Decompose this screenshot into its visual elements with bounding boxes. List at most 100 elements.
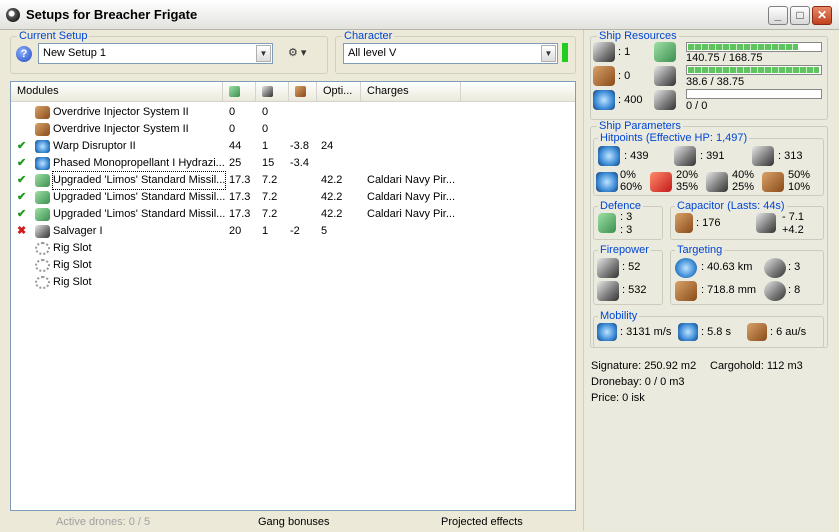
module-name: Rig Slot	[53, 242, 92, 254]
missile-launcher-icon	[35, 174, 50, 187]
rig-slot-icon	[35, 276, 50, 289]
modules-list[interactable]: Modules Opti... Charges Overdrive Inject…	[10, 81, 576, 511]
module-name: Overdrive Injector System II	[53, 123, 189, 135]
chevron-down-icon[interactable]: ▼	[541, 45, 556, 62]
module-row[interactable]: Overdrive Injector System II 0 0	[11, 104, 575, 121]
armor-hp-value: : 391	[700, 150, 725, 162]
module-row[interactable]: ✔ Phased Monopropellant I Hydrazi... 25 15 -…	[11, 155, 575, 172]
module-row[interactable]: Rig Slot	[11, 240, 575, 257]
powergrid-value: 38.6 / 38.75	[686, 76, 745, 88]
capacitor-amount-value: : 176	[696, 217, 721, 229]
overdrive-injector-icon	[35, 106, 50, 119]
module-cpu: 20	[229, 225, 242, 237]
cpu-usage-bar	[686, 42, 822, 52]
calibration-icon	[593, 90, 615, 110]
module-cpu: 17.3	[229, 208, 251, 220]
chevron-down-icon[interactable]: ▼	[256, 45, 271, 62]
module-row[interactable]: ✖ Salvager I 20 1 -2 5	[11, 223, 575, 240]
explosive-resist-value: 50%	[788, 169, 811, 181]
maximize-button[interactable]: □	[790, 6, 810, 25]
warp-speed-icon	[747, 323, 767, 341]
em-resist-value: 0%	[620, 169, 636, 181]
column-modules[interactable]: Modules	[11, 82, 223, 101]
module-powergrid: 7.2	[262, 191, 278, 203]
module-capacitor: -3.4	[290, 157, 309, 169]
module-status: ✔	[17, 174, 27, 186]
defence-icon	[598, 213, 616, 233]
module-status: ✔	[17, 208, 27, 220]
signature-value: Signature: 250.92 m2	[591, 360, 697, 372]
volley-value: : 532	[622, 284, 647, 296]
column-charges[interactable]: Charges	[361, 82, 461, 101]
powergrid-icon	[262, 85, 273, 97]
module-row[interactable]: ✔ Upgraded 'Limos' Standard Missil... 17.3…	[11, 206, 575, 223]
max-targets-icon	[764, 258, 786, 278]
column-optimal[interactable]: Opti...	[317, 82, 361, 101]
character-label: Character	[342, 30, 395, 42]
scan-resolution-icon	[675, 281, 697, 301]
close-button[interactable]: ✕	[812, 6, 832, 25]
column-cpu[interactable]	[223, 82, 256, 101]
ship-resources-label: Ship Resources	[597, 30, 679, 42]
velocity-value: : 3131 m/s	[620, 326, 672, 338]
module-optimal: 42.2	[321, 191, 343, 203]
em-resist-value-2: 60%	[620, 181, 643, 193]
column-capacitor[interactable]	[289, 82, 317, 101]
ship-stats-panel: Ship Resources : 1 : 0 : 400 140.75 / 16…	[583, 30, 834, 530]
warp-speed-value: : 6 au/s	[770, 326, 807, 338]
module-row[interactable]: ✔ Warp Disruptor II 44 1 -3.8 24	[11, 138, 575, 155]
targeting-range-value: : 40.63 km	[701, 261, 753, 273]
setup-select[interactable]: New Setup 1 ▼	[38, 43, 273, 64]
rig-slot-icon	[35, 242, 50, 255]
module-cpu: 25	[229, 157, 242, 169]
module-row[interactable]: Rig Slot	[11, 257, 575, 274]
ship-parameters-label: Ship Parameters	[597, 120, 683, 132]
module-cpu: 17.3	[229, 174, 251, 186]
module-row[interactable]: ✔ Upgraded 'Limos' Standard Missil... 17.3…	[11, 171, 575, 190]
align-time-icon	[678, 323, 698, 341]
shield-hp-value: : 439	[624, 150, 649, 162]
module-charges: Caldari Navy Pir...	[367, 174, 456, 186]
capacitor-recharge-value: +4.2	[782, 224, 804, 236]
drone-bandwidth-bar	[686, 89, 822, 99]
setup-tools-menu-icon[interactable]: ⚙ ▾	[288, 46, 316, 62]
module-row[interactable]: Rig Slot	[11, 274, 575, 291]
structure-hp-value: : 313	[778, 150, 803, 162]
thermal-resist-icon	[650, 172, 672, 192]
defence-value-b: : 3	[620, 224, 633, 236]
structure-icon	[752, 146, 774, 166]
module-row[interactable]: Overdrive Injector System II 0 0	[11, 121, 575, 138]
module-name: Upgraded 'Limos' Standard Missil...	[53, 208, 226, 220]
column-powergrid[interactable]	[256, 82, 289, 101]
rig-slot-icon	[35, 259, 50, 272]
thermal-resist-value-2: 35%	[676, 181, 699, 193]
kinetic-resist-value: 40%	[732, 169, 755, 181]
turret-hardpoint-icon	[593, 42, 615, 62]
module-row[interactable]: ✔ Upgraded 'Limos' Standard Missil... 17.3…	[11, 189, 575, 206]
projected-effects-button[interactable]: Projected effects	[441, 516, 523, 528]
defence-value-a: : 3	[620, 211, 633, 223]
window-title: Setups for Breacher Frigate	[26, 7, 198, 22]
module-optimal: 5	[321, 225, 328, 237]
module-cpu: 0	[229, 123, 236, 135]
character-select[interactable]: All level V ▼	[343, 43, 558, 64]
module-status: ✔	[17, 157, 27, 169]
gang-bonuses-button[interactable]: Gang bonuses	[258, 516, 330, 528]
character-status-indicator	[562, 43, 568, 62]
module-name: Upgraded 'Limos' Standard Missil...	[53, 191, 226, 203]
module-name: Rig Slot	[53, 276, 92, 288]
capacitor-usage-value: - 7.1	[782, 211, 805, 223]
scan-resolution-value: : 718.8 mm	[701, 284, 757, 296]
capacitor-recharge-icon	[756, 213, 776, 233]
cpu-icon	[654, 42, 676, 62]
align-time-value: : 5.8 s	[701, 326, 731, 338]
module-status: ✔	[17, 191, 27, 203]
minimize-button[interactable]: _	[768, 6, 788, 25]
warp-disruptor-icon	[35, 140, 50, 153]
module-optimal: 42.2	[321, 208, 343, 220]
help-icon[interactable]: ?	[16, 46, 32, 62]
module-name: Salvager I	[53, 225, 103, 237]
module-name: Upgraded 'Limos' Standard Missil...	[51, 171, 227, 190]
module-powergrid: 7.2	[262, 208, 278, 220]
shield-icon	[598, 146, 620, 166]
